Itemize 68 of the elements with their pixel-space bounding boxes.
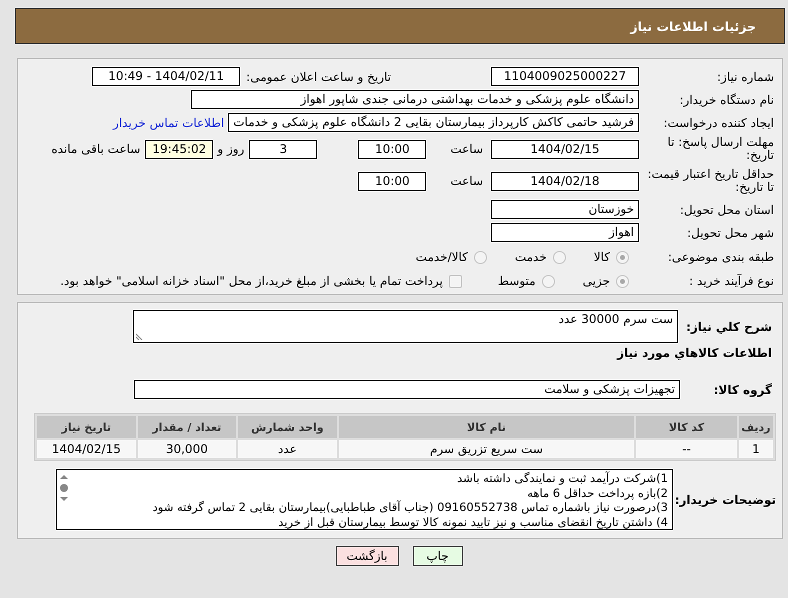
field-label: شرح کلي نياز: — [685, 320, 772, 334]
field-label: استان محل تحویل: — [678, 202, 774, 216]
radio-button[interactable] — [542, 274, 555, 288]
column-header: ردیف — [738, 416, 773, 438]
table-cell: -- — [636, 440, 737, 458]
validity-date-field: 1404/02/18 — [491, 172, 639, 190]
radio-label: کالا — [594, 250, 610, 264]
column-header: نام کالا — [338, 416, 634, 438]
field-label: نوع فرآیند خرید : — [688, 274, 774, 288]
column-header: واحد شمارش — [238, 416, 337, 438]
field-label: گروه کالا: — [712, 382, 772, 396]
goods-group-field: تجهیزات پزشکی و سلامت — [134, 380, 680, 399]
column-header: تاریخ نیاز — [37, 416, 136, 438]
field-label: حداقل تاریخ اعتبار قیمت: تا تاریخ: — [646, 168, 774, 194]
field-label: توضیحات خریدار: — [674, 492, 776, 506]
note-line: 4) داشتن تاریخ انقضای مناسب و نیز تایید نمونه کالا توسط بیمارستان قبل از خرید — [277, 514, 668, 529]
scroll-up-icon[interactable] — [59, 473, 69, 481]
table-cell: 1 — [738, 440, 773, 458]
column-header: تعداد / مقدار — [138, 416, 236, 438]
field-label: نام دستگاه خریدار: — [678, 92, 774, 106]
radio-label: متوسط — [498, 274, 536, 288]
page-title: جزئیات اطلاعات نیاز — [630, 18, 756, 34]
field-label: ساعت — [450, 142, 483, 156]
column-header: کد کالا — [636, 416, 737, 438]
radio-button[interactable] — [474, 250, 487, 264]
field-label: شهر محل تحویل: — [686, 226, 774, 240]
note-line: 2)بازه پرداخت حداقل 6 ماهه — [526, 486, 668, 500]
announce-date-field: 1404/02/11 - 10:49 — [92, 67, 240, 86]
scroll-down-icon[interactable] — [59, 495, 69, 503]
table-cell: ست سریع تزریق سرم — [338, 440, 634, 458]
radio-label: کالا/خدمت — [416, 250, 468, 264]
print-button[interactable]: چاپ — [412, 546, 462, 566]
radio-button[interactable] — [616, 274, 629, 288]
table-cell: عدد — [238, 440, 337, 458]
contact-link[interactable]: اطلاعات تماس خریدار — [113, 116, 224, 130]
radio-button[interactable] — [552, 250, 566, 264]
field-label: ساعت باقی مانده — [51, 142, 140, 156]
deadline-time-field: 10:00 — [358, 140, 426, 158]
scroll-thumb-icon[interactable] — [59, 484, 69, 492]
field-label: روز و — [217, 142, 244, 156]
back-button[interactable]: بازگشت — [336, 546, 398, 566]
field-label: ایجاد کننده درخواست: — [662, 116, 774, 130]
need-number-field: 1104009025000227 — [491, 67, 639, 86]
radio-button[interactable] — [616, 250, 629, 264]
field-label: طبقه بندی موضوعی: — [666, 250, 774, 264]
note-line: 1)شرکت درآیمد ثبت و نمایندگی داشته باشد — [456, 471, 668, 486]
checkbox[interactable] — [448, 274, 462, 288]
description-field: ست سرم 30000 عدد — [133, 310, 678, 343]
remaining-time-field: 19:45:02 — [145, 140, 214, 158]
payment-note: پرداخت تمام یا بخشی از مبلغ خرید،از محل "اسناد خزانه اسلامی" خواهد بود. — [60, 274, 443, 288]
deadline-date-field: 1404/02/15 — [491, 140, 639, 158]
table-cell: 1404/02/15 — [37, 440, 136, 458]
buyer-org-field: دانشگاه علوم پزشکی و خدمات بهداشتی درمانی جندی شاپور اهواز — [191, 90, 639, 109]
days-field: 3 — [249, 140, 318, 158]
section-title: اطلاعات کالاهاي مورد نياز — [616, 346, 772, 360]
field-label: تاریخ و ساعت اعلان عمومی: — [246, 70, 391, 84]
resize-grip-icon[interactable] — [136, 333, 143, 340]
field-label: مهلت ارسال پاسخ: تا تاریخ: — [666, 136, 774, 162]
requester-field: فرشید حاتمی کاکش کارپرداز بیمارستان بقایی 2 دانشگاه علوم پزشکی و خدمات — [228, 113, 639, 132]
city-field: اهواز — [491, 223, 639, 242]
field-label: شماره نیاز: — [716, 70, 774, 84]
radio-label: خدمت — [514, 250, 547, 264]
table-cell: 30,000 — [138, 440, 236, 458]
field-label: ساعت — [450, 174, 483, 188]
radio-label: جزیی — [582, 274, 610, 288]
validity-time-field: 10:00 — [358, 172, 426, 190]
province-field: خوزستان — [491, 200, 639, 219]
note-line: 3)درصورت نیاز باشماره تماس 09160552738 (جناب آقای طباطبایی)بیمارستان بقایی 2 تماس گرفته شود — [152, 500, 668, 514]
